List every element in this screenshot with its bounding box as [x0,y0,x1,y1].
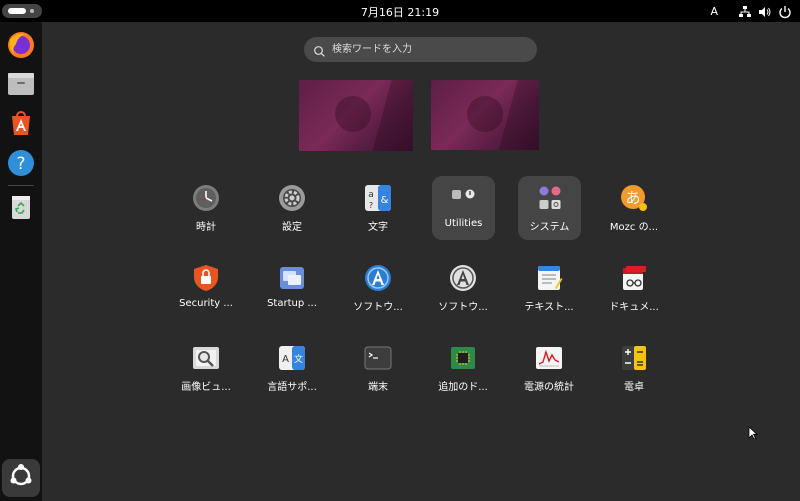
volume-icon[interactable] [758,4,772,18]
app-label: ソフトウ... [353,302,403,313]
document-viewer-icon [620,264,648,292]
svg-text:&: & [381,195,389,206]
language-support-icon: A文 [278,344,306,372]
input-method-indicator[interactable]: A [710,5,718,18]
folder-system[interactable]: システム [518,176,581,240]
search-icon [313,43,326,57]
app-text-editor[interactable]: テキスト... [512,256,586,320]
svg-text:あ: あ [625,189,640,207]
svg-text:a: a [368,190,374,200]
app-label: 言語サポ... [267,382,317,393]
svg-text:?: ? [369,201,373,210]
system-folder-icon [536,184,564,212]
firefox-icon[interactable] [6,30,36,60]
svg-text:?: ? [16,154,25,174]
app-settings[interactable]: 設定 [255,176,329,240]
dock-separator [8,185,34,186]
app-label: 電卓 [624,382,644,393]
search-input[interactable] [332,40,527,59]
ubuntu-logo-icon [8,463,34,493]
help-icon[interactable]: ? [6,148,36,178]
calculator-icon [620,344,648,372]
app-label: ソフトウ... [438,302,488,313]
app-label: 画像ビュ... [181,382,231,393]
app-additional-drivers[interactable]: 追加のド... [426,336,500,400]
trash-icon[interactable] [6,192,36,222]
software-properties-icon [449,264,477,292]
app-label: Utilities [444,218,483,229]
app-label: 文字 [368,222,388,233]
svg-text:文: 文 [294,353,303,365]
svg-text:A: A [282,354,289,365]
mozc-icon: あ [620,184,648,212]
app-software-properties[interactable]: ソフトウ... [426,256,500,320]
show-apps-button[interactable] [2,459,40,497]
app-label: 追加のド... [438,382,488,393]
app-label: 端末 [368,382,388,393]
workspace-thumbnail-2[interactable] [431,80,539,150]
power-icon[interactable] [778,4,792,19]
network-icon[interactable] [738,4,752,18]
workspace-thumbnail-1[interactable] [299,80,413,151]
app-label: 時計 [196,222,216,233]
app-software-updater[interactable]: ソフトウ... [341,256,415,320]
clock-icon [192,184,220,212]
text-editor-icon [535,264,563,292]
app-center-icon[interactable] [6,108,36,138]
files-icon[interactable] [6,69,36,99]
utilities-folder-icon [450,184,478,212]
app-label: Security ... [179,298,233,309]
app-label: 設定 [282,222,302,233]
app-mozc[interactable]: あ Mozc の... [597,176,671,240]
app-calculator[interactable]: 電卓 [597,336,671,400]
software-updater-icon [364,264,392,292]
app-startup[interactable]: Startup ... [255,256,329,320]
app-power-statistics[interactable]: 電源の統計 [512,336,586,400]
app-label: Startup ... [267,298,317,309]
app-label: Mozc の... [609,222,659,233]
clock[interactable]: 7月16日 21:19 [0,4,800,20]
folder-utilities[interactable]: Utilities [432,176,495,240]
startup-icon [278,264,306,292]
mouse-pointer-icon [748,425,759,440]
app-characters[interactable]: a? & 文字 [341,176,415,240]
app-language-support[interactable]: A文 言語サポ... [255,336,329,400]
settings-icon [278,184,306,212]
system-indicators[interactable]: A [710,3,792,19]
dock: ? [0,22,42,501]
additional-drivers-icon [449,344,477,372]
power-statistics-icon [535,344,563,372]
top-bar: 7月16日 21:19 A [0,0,800,22]
app-clock[interactable]: 時計 [169,176,243,240]
app-terminal[interactable]: 端末 [341,336,415,400]
app-label: ドキュメ... [609,302,659,313]
image-viewer-icon [192,344,220,372]
characters-icon: a? & [364,184,392,212]
app-label: システム [529,222,570,233]
app-security-center[interactable]: Security ... [169,256,243,320]
security-icon [192,264,220,292]
app-label: テキスト... [524,302,574,313]
search-bar[interactable] [304,37,537,62]
terminal-icon [364,344,392,372]
app-document-viewer[interactable]: ドキュメ... [597,256,671,320]
app-label: 電源の統計 [524,382,574,393]
app-image-viewer[interactable]: 画像ビュ... [169,336,243,400]
